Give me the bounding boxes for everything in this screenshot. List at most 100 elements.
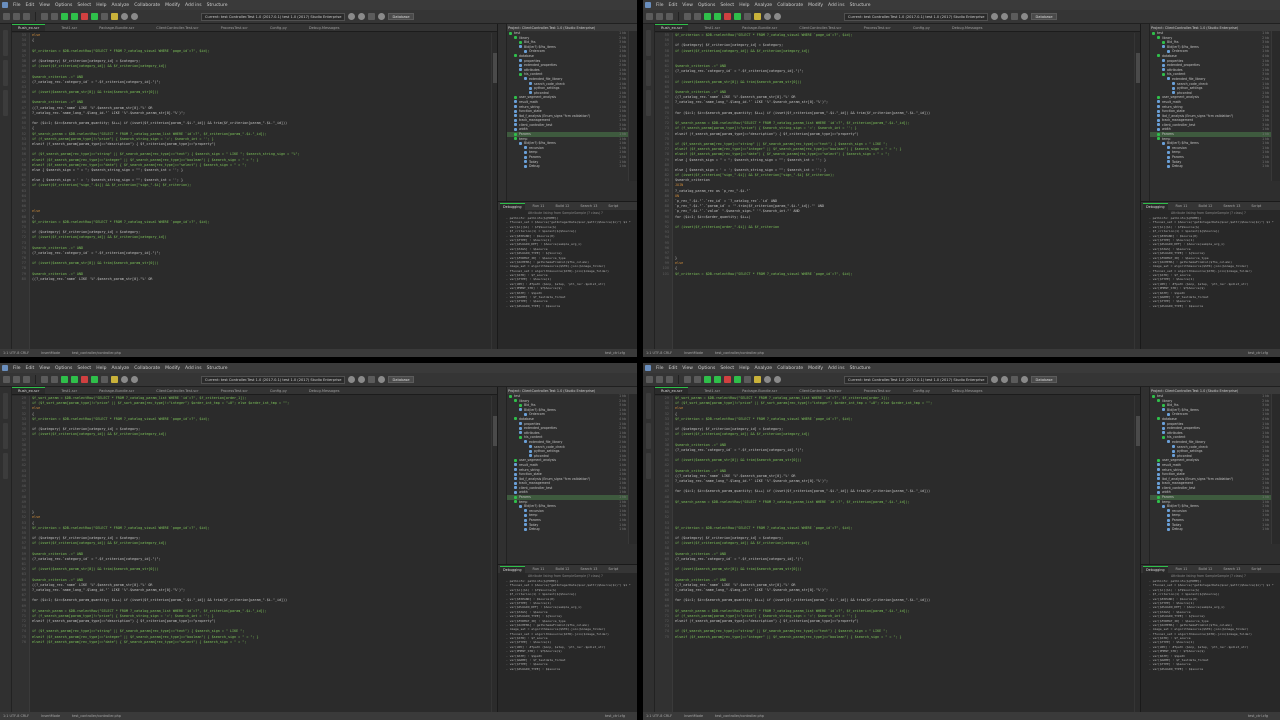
menu-item-add-ins[interactable]: Add ins: [828, 366, 845, 371]
menu-item-edit[interactable]: Edit: [669, 3, 678, 8]
run-icon[interactable]: [61, 13, 68, 20]
run-config-select[interactable]: Current: test Controller.Test 1.0 (2017.…: [844, 12, 989, 21]
debug-tab[interactable]: Script: [1248, 566, 1264, 572]
refresh-icon[interactable]: [348, 376, 356, 383]
editor-tab[interactable]: Config.py: [907, 24, 936, 31]
tree-item[interactable]: Debug 1 kb: [507, 527, 628, 532]
project-tool-tab[interactable]: [3, 393, 8, 419]
menu-item-collaborate[interactable]: Collaborate: [134, 3, 160, 8]
debug-tab[interactable]: Debugging: [1143, 565, 1168, 573]
layout-icon[interactable]: [368, 13, 376, 20]
menu-item-analyze[interactable]: Analyze: [111, 366, 129, 371]
redo-icon[interactable]: [694, 376, 701, 383]
menu-item-modify[interactable]: Modify: [165, 366, 180, 371]
menu-item-options[interactable]: Options: [698, 3, 715, 8]
editor-tab[interactable]: Rush_ex.scr: [12, 387, 46, 394]
debug-tab[interactable]: Debugging: [500, 202, 525, 210]
menu-item-modify[interactable]: Modify: [808, 3, 823, 8]
project-tree[interactable]: test 1 kb library 2 kb Bld_fhs 3 kb Bld(ler?) …: [1150, 394, 1271, 544]
editor-tab[interactable]: Test1.scr: [698, 24, 726, 31]
editor-tab[interactable]: Config.py: [907, 387, 936, 394]
editor-tab[interactable]: ProcessTest.scr: [215, 387, 254, 394]
open-folder-icon[interactable]: [13, 376, 20, 383]
database-button[interactable]: Database: [1031, 376, 1057, 383]
menu-item-help[interactable]: Help: [739, 3, 749, 8]
debug-icon[interactable]: [734, 376, 741, 383]
structure-tool-tab[interactable]: [3, 423, 8, 449]
debug-tab[interactable]: Search 13: [577, 203, 600, 209]
editor-tab[interactable]: ProcessTest.scr: [858, 387, 897, 394]
pause-icon[interactable]: [714, 376, 721, 383]
undo-icon[interactable]: [684, 13, 691, 20]
search-icon[interactable]: [378, 13, 386, 20]
debug-tab[interactable]: Build 12: [552, 566, 572, 572]
undo-icon[interactable]: [41, 13, 48, 20]
structure-tool-tab[interactable]: [3, 60, 8, 86]
settings-icon[interactable]: [1001, 13, 1009, 20]
menu-item-options[interactable]: Options: [698, 366, 715, 371]
redo-icon[interactable]: [51, 376, 58, 383]
run-icon[interactable]: [704, 376, 711, 383]
layout-icon[interactable]: [1011, 376, 1019, 383]
favorites-tool-tab[interactable]: [3, 453, 8, 479]
editor-tab[interactable]: ClientController.Test.scr: [150, 387, 204, 394]
menu-item-help[interactable]: Help: [96, 3, 106, 8]
editor-tab[interactable]: ProcessTest.scr: [215, 24, 254, 31]
menu-item-options[interactable]: Options: [55, 3, 72, 8]
menu-item-view[interactable]: View: [39, 366, 50, 371]
save-icon[interactable]: [23, 13, 30, 20]
menu-item-file[interactable]: File: [13, 3, 21, 8]
new-file-icon[interactable]: [3, 376, 10, 383]
menu-item-file[interactable]: File: [656, 3, 664, 8]
refresh-icon[interactable]: [991, 13, 999, 20]
step-into-icon[interactable]: [764, 13, 771, 20]
new-file-icon[interactable]: [3, 13, 10, 20]
editor-tab[interactable]: Debug.Messages: [946, 387, 989, 394]
project-tool-tab[interactable]: [3, 30, 8, 56]
editor-tab[interactable]: Package.Bundle.scr: [93, 24, 140, 31]
menu-item-select[interactable]: Select: [77, 366, 91, 371]
open-folder-icon[interactable]: [656, 13, 663, 20]
menu-item-add-ins[interactable]: Add ins: [828, 3, 845, 8]
editor-tab[interactable]: ClientController.Test.scr: [793, 24, 847, 31]
redo-icon[interactable]: [694, 13, 701, 20]
database-button[interactable]: Database: [388, 13, 414, 20]
menu-item-structure[interactable]: Structure: [207, 3, 228, 8]
pause-icon[interactable]: [71, 376, 78, 383]
menu-item-options[interactable]: Options: [55, 366, 72, 371]
breakpoint-icon[interactable]: [754, 376, 761, 383]
menu-item-view[interactable]: View: [682, 366, 693, 371]
editor-tab[interactable]: Test1.scr: [55, 24, 83, 31]
code-area[interactable]: 33 else 34{35 36 $f_criterion = $DB->select…: [12, 33, 491, 349]
debug-tab[interactable]: Build 12: [1195, 203, 1215, 209]
debug-tab[interactable]: Build 12: [552, 203, 572, 209]
run-config-select[interactable]: Current: test Controller.Test 1.0 (2017.…: [201, 375, 346, 384]
refresh-icon[interactable]: [348, 13, 356, 20]
code-editor[interactable]: Rush_ex.scr Test1.scr Package.Bundle.scr Cl…: [12, 24, 497, 349]
debug-tab[interactable]: Debugging: [1143, 202, 1168, 210]
menu-item-select[interactable]: Select: [77, 3, 91, 8]
menu-item-view[interactable]: View: [682, 3, 693, 8]
undo-icon[interactable]: [684, 376, 691, 383]
database-button[interactable]: Database: [1031, 13, 1057, 20]
run-icon[interactable]: [61, 376, 68, 383]
breakpoint-icon[interactable]: [754, 13, 761, 20]
tree-item[interactable]: Debug 1 kb: [1150, 527, 1271, 532]
debug-tab[interactable]: Run 11: [1173, 566, 1191, 572]
menu-item-add-ins[interactable]: Add ins: [185, 3, 202, 8]
run-config-select[interactable]: Current: test Controller.Test 1.0 (2017.…: [844, 375, 989, 384]
menu-item-collaborate[interactable]: Collaborate: [777, 366, 803, 371]
menu-item-modify[interactable]: Modify: [165, 3, 180, 8]
menu-item-analyze[interactable]: Analyze: [111, 3, 129, 8]
layout-icon[interactable]: [368, 376, 376, 383]
debug-icon[interactable]: [91, 13, 98, 20]
stop-icon[interactable]: [81, 376, 88, 383]
stop-icon[interactable]: [81, 13, 88, 20]
project-tree[interactable]: test 1 kb library 2 kb Bld_fhs 3 kb Bld(ler?) …: [507, 31, 628, 181]
editor-tab[interactable]: Debug.Messages: [303, 24, 346, 31]
tree-item[interactable]: Debug 1 kb: [507, 164, 628, 169]
favorites-tool-tab[interactable]: [3, 90, 8, 116]
database-button[interactable]: Database: [388, 376, 414, 383]
menu-item-view[interactable]: View: [39, 3, 50, 8]
open-folder-icon[interactable]: [656, 376, 663, 383]
